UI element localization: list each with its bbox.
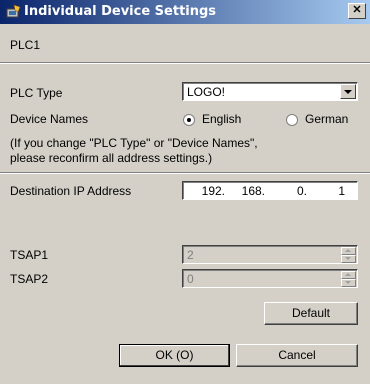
tsap1-value: 2: [187, 248, 194, 262]
header-divider: [0, 62, 370, 64]
ip-address-label: Destination IP Address: [10, 184, 132, 198]
plc-type-value: LOGO!: [187, 85, 226, 99]
plc-type-label: PLC Type: [10, 86, 63, 100]
close-icon[interactable]: ✕: [348, 3, 366, 19]
note-line-1: (If you change "PLC Type" or "Device Nam…: [10, 136, 258, 150]
tsap1-down-icon[interactable]: [341, 255, 356, 263]
ip-octet-1[interactable]: 192.: [183, 184, 225, 198]
section-divider: [0, 172, 370, 174]
tsap2-up-icon[interactable]: [341, 271, 356, 279]
ip-octet-3[interactable]: 0.: [265, 184, 307, 198]
plc-type-select[interactable]: LOGO!: [182, 82, 358, 101]
radio-english[interactable]: [183, 114, 195, 126]
window-title: Individual Device Settings: [24, 4, 217, 19]
note-line-2: please reconfirm all address settings.): [10, 151, 213, 165]
ip-octet-2[interactable]: 168.: [225, 184, 265, 198]
tsap1-label: TSAP1: [10, 248, 49, 262]
dialog-window: Individual Device Settings ✕ PLC1 PLC Ty…: [0, 0, 370, 384]
ip-octet-4[interactable]: 1: [307, 184, 345, 198]
tsap2-value: 0: [187, 272, 194, 286]
title-bar[interactable]: Individual Device Settings ✕: [0, 0, 370, 24]
ip-address-field[interactable]: 192. 168. 0. 1: [182, 181, 358, 200]
tsap2-stepper[interactable]: 0: [182, 269, 358, 288]
tsap1-up-icon[interactable]: [341, 247, 356, 255]
device-name-label: PLC1: [10, 38, 41, 52]
default-button[interactable]: Default: [264, 302, 358, 325]
tsap2-label: TSAP2: [10, 272, 49, 286]
radio-german[interactable]: [286, 114, 298, 126]
tsap1-stepper[interactable]: 2: [182, 245, 358, 264]
radio-english-label[interactable]: English: [202, 112, 241, 126]
radio-german-label[interactable]: German: [305, 112, 348, 126]
ok-button[interactable]: OK (O): [119, 344, 230, 367]
chevron-down-icon[interactable]: [340, 84, 356, 99]
cancel-button[interactable]: Cancel: [236, 344, 358, 367]
device-settings-icon: [6, 4, 21, 18]
tsap2-down-icon[interactable]: [341, 279, 356, 287]
device-names-label: Device Names: [10, 112, 89, 126]
